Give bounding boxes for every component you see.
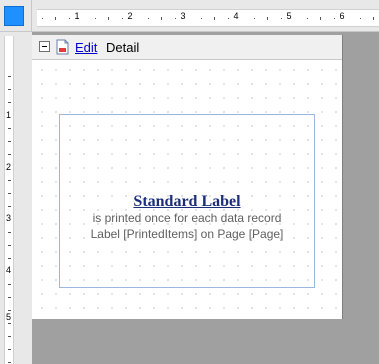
vertical-ruler: 1 2 3 4 5	[0, 32, 32, 364]
report-page: Edit Detail Standard Label is printed on…	[32, 35, 343, 319]
ruler-tick	[373, 17, 375, 20]
ruler-tick	[161, 17, 163, 20]
ruler-tick	[8, 206, 11, 207]
ruler-label: 1	[74, 11, 80, 21]
ruler-tick	[267, 17, 269, 20]
band-title: Detail	[106, 40, 140, 55]
ruler-tick	[320, 17, 322, 20]
ruler-tick	[8, 310, 11, 311]
ruler-tick	[8, 180, 11, 181]
ruler-corner	[0, 0, 32, 32]
ruler-label: 2	[127, 11, 133, 21]
ruler-label: 5	[286, 11, 292, 21]
ruler-tick	[8, 323, 11, 324]
ruler-label: 3	[180, 11, 186, 21]
vertical-ruler-scale: 1 2 3 4 5	[4, 36, 14, 364]
detail-band-body[interactable]: Standard Label is printed once for each …	[32, 60, 342, 319]
horizontal-ruler: 1 2 3 4 5 6	[32, 0, 379, 32]
ruler-tick	[8, 232, 11, 233]
ruler-label: 3	[6, 213, 12, 223]
ruler-tick	[8, 349, 11, 350]
ruler-tick	[227, 18, 229, 19]
ruler-tick	[68, 18, 70, 19]
ruler-corner-button[interactable]	[4, 6, 24, 26]
ruler-tick	[254, 18, 255, 19]
ruler-tick	[148, 18, 149, 19]
ruler-tick	[8, 102, 11, 103]
ruler-tick	[8, 336, 11, 337]
detail-band-header: Edit Detail	[32, 35, 342, 60]
ruler-tick	[201, 18, 202, 19]
label-text-line: Label [PrintedItems] on Page [Page]	[90, 227, 284, 241]
ruler-tick	[307, 18, 308, 19]
ruler-tick	[42, 18, 43, 19]
ruler-label: 5	[6, 312, 12, 322]
ruler-tick	[8, 193, 11, 194]
edit-band-link[interactable]: Edit	[75, 40, 97, 55]
ruler-tick	[108, 17, 110, 20]
ruler-tick	[121, 18, 123, 19]
ruler-tick	[214, 17, 216, 20]
ruler-tick	[8, 154, 11, 155]
ruler-tick	[8, 89, 11, 90]
ruler-tick	[280, 18, 282, 19]
ruler-tick	[95, 18, 96, 19]
collapse-icon[interactable]	[39, 41, 50, 52]
ruler-tick	[55, 17, 57, 20]
band-document-icon	[56, 39, 69, 55]
ruler-tick	[8, 128, 11, 129]
label-title: Standard Label	[133, 193, 241, 210]
ruler-label: 1	[6, 110, 12, 120]
ruler-tick	[8, 362, 11, 363]
ruler-tick	[8, 245, 11, 246]
ruler-label: 6	[339, 11, 345, 21]
label-object[interactable]: Standard Label is printed once for each …	[59, 114, 315, 288]
ruler-label: 4	[233, 11, 239, 21]
ruler-tick	[8, 141, 11, 142]
horizontal-ruler-scale: 1 2 3 4 5 6	[37, 9, 379, 27]
ruler-tick	[8, 76, 11, 77]
ruler-tick	[333, 18, 335, 19]
ruler-tick	[174, 18, 176, 19]
ruler-tick	[8, 284, 11, 285]
ruler-label: 4	[6, 265, 12, 275]
ruler-tick	[8, 297, 11, 298]
ruler-tick	[360, 18, 361, 19]
ruler-tick	[8, 258, 11, 259]
ruler-label: 2	[6, 162, 12, 172]
label-text-line: is printed once for each data record	[92, 211, 282, 225]
